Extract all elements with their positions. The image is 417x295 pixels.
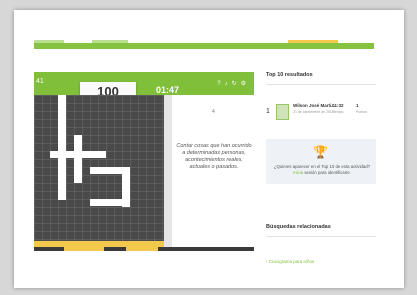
- clue-panel: 4 Contar cosas que han ocurrido a determ…: [172, 95, 254, 247]
- promo-question: ¿Quieres aparecer en el Top 10 de esta a…: [273, 164, 371, 169]
- refresh-icon[interactable]: ↻: [232, 81, 241, 87]
- volume-icon[interactable]: ♪: [225, 81, 232, 87]
- divider: [266, 84, 376, 85]
- crossword-game: 41 100 PUNTOS 01:47 TIEMPO JUGADO ?♪↻⚙ 4…: [34, 72, 254, 254]
- table-row[interactable]: 1 Wilson José Marti... 21 de septiembre …: [266, 99, 376, 127]
- top10-promo: 🏆 ¿Quieres aparecer en el Top 10 de esta…: [266, 139, 376, 184]
- highlight-segment: [64, 247, 104, 251]
- time-label: Tiempo: [332, 110, 344, 114]
- nav-tab-indicator[interactable]: [34, 40, 64, 43]
- top10-title: Top 10 resultados: [266, 72, 313, 78]
- highlight-segment: [126, 247, 158, 251]
- settings-icon[interactable]: ⚙: [241, 81, 250, 87]
- divider: [266, 236, 376, 237]
- board-scrollbar[interactable]: [164, 95, 172, 247]
- word-cells[interactable]: [74, 135, 82, 183]
- player-name[interactable]: Wilson José Marti...: [293, 103, 335, 108]
- word-cells[interactable]: [58, 95, 66, 200]
- nav-tab-indicator[interactable]: [92, 40, 128, 43]
- row-points: 1: [356, 103, 359, 108]
- promo-text: ¿Quieres aparecer en el Top 10 de esta a…: [270, 164, 374, 176]
- row-time: 01:32: [332, 103, 344, 108]
- header-icons: ?♪↻⚙: [217, 80, 250, 87]
- login-link[interactable]: Inicia: [293, 170, 303, 175]
- level-number: 41: [36, 78, 44, 85]
- related-link-label[interactable]: Crucigrama para niños: [269, 259, 315, 264]
- nav-tab-indicator[interactable]: [288, 40, 338, 43]
- keyboard-bar: [34, 247, 254, 251]
- clue-number: 4: [212, 109, 215, 115]
- game-header: 41 100 PUNTOS 01:47 TIEMPO JUGADO ?♪↻⚙: [34, 72, 254, 104]
- right-column: Top 10 resultados 1 Wilson José Marti...…: [266, 72, 376, 264]
- related-section: Búsquedas relacionadas › Crucigrama para…: [266, 224, 376, 264]
- timer-value: 01:47: [156, 85, 180, 95]
- crossword-board[interactable]: [34, 95, 164, 247]
- clue-text: Contar cosas que han ocurrido a determin…: [176, 143, 252, 170]
- word-cells[interactable]: [90, 199, 130, 206]
- rank: 1: [266, 108, 270, 115]
- top-nav-band: [34, 40, 374, 49]
- related-title: Búsquedas relacionadas: [266, 224, 331, 230]
- info-icon[interactable]: ?: [217, 81, 224, 87]
- avatar: [276, 104, 289, 120]
- player-date: 21 de septiembre de 2016: [293, 110, 334, 114]
- related-link[interactable]: › Crucigrama para niños: [266, 259, 376, 264]
- points-label: Puntos: [356, 110, 367, 114]
- trophy-icon: 🏆: [313, 145, 328, 159]
- promo-tail: sesión para identificarte.: [304, 170, 351, 175]
